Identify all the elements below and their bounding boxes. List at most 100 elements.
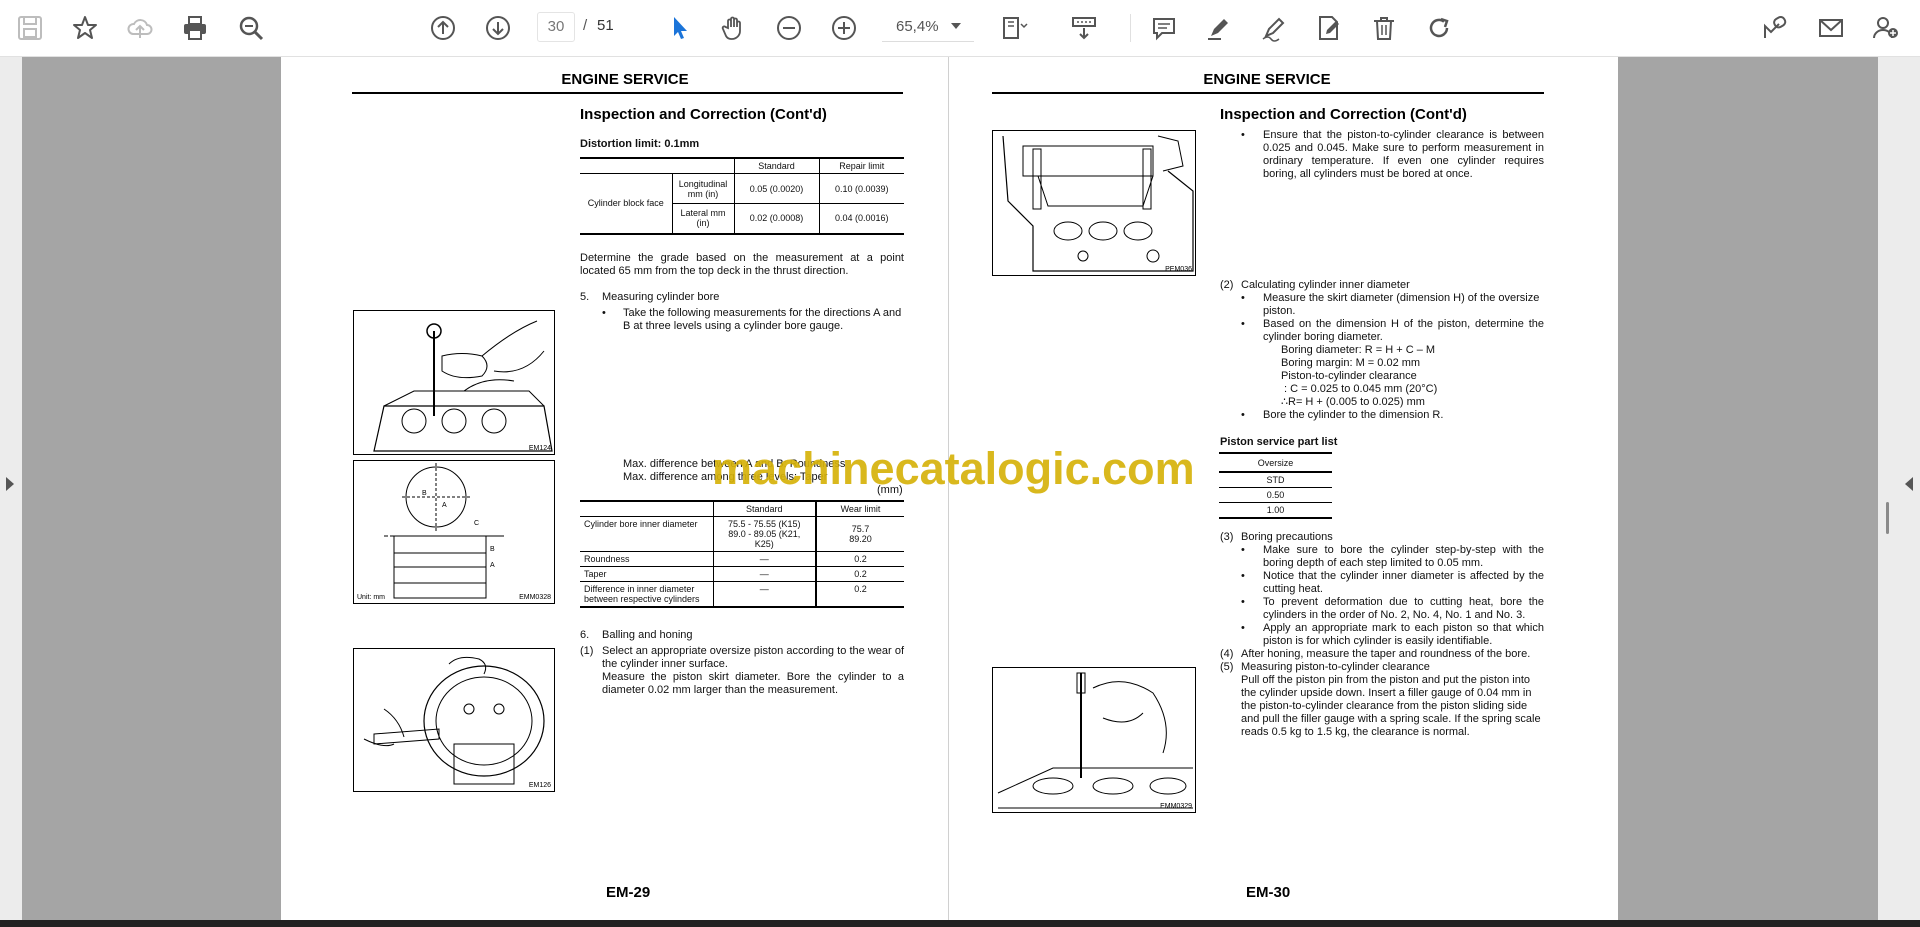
table-cell: 75.5 - 75.55 (K15) 89.0 - 89.05 (K21, K2… bbox=[713, 516, 817, 552]
section-title: Inspection and Correction (Cont'd) bbox=[1220, 106, 1467, 123]
bullet-icon: • bbox=[602, 307, 606, 319]
table-cell: — bbox=[713, 551, 817, 567]
figure-bore-gauge: EM124 bbox=[353, 310, 555, 455]
bullet-icon: • bbox=[1241, 292, 1245, 304]
zoom-out-icon[interactable] bbox=[771, 10, 807, 46]
comment-icon[interactable] bbox=[1146, 10, 1182, 46]
figure-label: EMM0329 bbox=[1160, 803, 1192, 810]
step-title: Measuring cylinder bore bbox=[602, 291, 720, 303]
substep-number: (1) bbox=[580, 645, 594, 657]
bullet-text: Notice that the cylinder inner diameter … bbox=[1263, 570, 1544, 595]
formula-line: Boring margin: M = 0.02 mm bbox=[1281, 357, 1421, 369]
zoom-search-icon[interactable] bbox=[233, 10, 269, 46]
formula-line: ∴R= H + (0.005 to 0.025) mm bbox=[1281, 396, 1425, 408]
table-cell: 0.2 bbox=[854, 569, 867, 579]
bullet-icon: • bbox=[1241, 318, 1245, 330]
table-cell: 0.50 bbox=[1266, 490, 1285, 500]
substep-text: Select an appropriate oversize piston ac… bbox=[602, 645, 904, 670]
rotate-icon[interactable] bbox=[1421, 10, 1457, 46]
svg-text:A: A bbox=[442, 502, 447, 509]
step-number: 5. bbox=[580, 291, 590, 303]
bullet-text: Take the following measurements for the … bbox=[623, 307, 902, 332]
edit-document-icon[interactable] bbox=[1311, 10, 1347, 46]
page-fit-icon[interactable] bbox=[996, 10, 1032, 46]
cylinder-block-illustration bbox=[1002, 135, 1194, 272]
piston-part-table: Oversize STD 0.50 1.00 bbox=[1219, 452, 1332, 519]
bullet-icon: • bbox=[1241, 570, 1245, 582]
figure-label: EM124 bbox=[528, 445, 551, 452]
substep-number: (4) bbox=[1220, 648, 1234, 660]
table-cell: — bbox=[713, 581, 817, 607]
bullet-text: Bore the cylinder to the dimension R. bbox=[1263, 409, 1444, 421]
table-cell: 0.10 (0.0039) bbox=[834, 183, 889, 194]
substep-title: Calculating cylinder inner diameter bbox=[1241, 279, 1410, 291]
watermark-text: machinecatalogic.com bbox=[712, 443, 1195, 494]
substep-text: After honing, measure the taper and roun… bbox=[1241, 648, 1531, 660]
svg-text:B: B bbox=[422, 490, 427, 497]
table-cell: 0.2 bbox=[854, 554, 867, 564]
select-cursor-icon[interactable] bbox=[661, 10, 697, 46]
scroll-mode-icon[interactable] bbox=[1066, 10, 1102, 46]
table-cell: 75.7 89.20 bbox=[849, 524, 872, 544]
distortion-limit: Distortion limit: 0.1mm bbox=[580, 138, 700, 150]
share-link-icon[interactable] bbox=[1757, 10, 1793, 46]
hand-tool-icon[interactable] bbox=[716, 10, 752, 46]
substep-number: (2) bbox=[1220, 279, 1234, 291]
substep-text: Measure the piston skirt diameter. Bore … bbox=[602, 671, 904, 696]
table-cell: Roundness bbox=[580, 551, 714, 567]
window-bottom-edge bbox=[0, 920, 1920, 927]
sign-icon[interactable] bbox=[1256, 10, 1292, 46]
table-header: Wear limit bbox=[840, 504, 881, 514]
toolbar-divider bbox=[1130, 14, 1131, 42]
piston-list-title: Piston service part list bbox=[1220, 436, 1338, 448]
print-icon[interactable] bbox=[177, 10, 213, 46]
upload-cloud-icon[interactable] bbox=[122, 10, 158, 46]
bullet-icon: • bbox=[1241, 622, 1245, 634]
next-page-icon[interactable] bbox=[480, 10, 516, 46]
delete-icon[interactable] bbox=[1366, 10, 1402, 46]
feeler-gauge-illustration bbox=[997, 672, 1193, 809]
figure-piston-measure: EM126 bbox=[353, 648, 555, 792]
svg-text:A: A bbox=[490, 562, 495, 569]
bullet-text: Based on the dimension H of the piston, … bbox=[1263, 318, 1544, 343]
mail-icon[interactable] bbox=[1813, 10, 1849, 46]
substep-title: Boring precautions bbox=[1241, 531, 1333, 543]
formula-line: Piston-to-cylinder clearance bbox=[1281, 370, 1417, 382]
figure-cylinder-block: PEM036 bbox=[992, 130, 1196, 276]
svg-text:B: B bbox=[490, 546, 495, 553]
substep-number: (5) bbox=[1220, 661, 1234, 673]
figure-label: PEM036 bbox=[1165, 266, 1192, 273]
bullet-text: To prevent deformation due to cutting he… bbox=[1263, 596, 1544, 621]
table-cell: Difference in inner diameter between res… bbox=[580, 581, 714, 607]
bullet-icon: • bbox=[1241, 544, 1245, 556]
save-icon[interactable] bbox=[12, 10, 48, 46]
left-panel-toggle-icon[interactable] bbox=[6, 477, 14, 491]
table-cell: 0.05 (0.0020) bbox=[734, 173, 820, 204]
highlight-pen-icon[interactable] bbox=[1201, 10, 1237, 46]
page-number-input[interactable]: 30 bbox=[537, 12, 575, 42]
table-cell: STD bbox=[1266, 475, 1285, 485]
bullet-text: Make sure to bore the cylinder step-by-s… bbox=[1263, 544, 1544, 569]
right-panel-toggle-icon[interactable] bbox=[1905, 477, 1913, 491]
page-number: EM-29 bbox=[606, 884, 651, 901]
formula-line: Boring diameter: R = H + C – M bbox=[1281, 344, 1436, 356]
bullet-icon: • bbox=[1241, 596, 1245, 608]
vertical-scrollbar[interactable] bbox=[1878, 57, 1897, 920]
bullet-icon: • bbox=[1241, 129, 1245, 141]
chevron-down-icon[interactable] bbox=[951, 23, 961, 29]
zoom-in-icon[interactable] bbox=[826, 10, 862, 46]
table-cell: Cylinder bore inner diameter bbox=[580, 516, 714, 552]
figure-label: EMM0328 bbox=[519, 594, 551, 601]
previous-page-icon[interactable] bbox=[425, 10, 461, 46]
table-cell: 1.00 bbox=[1266, 505, 1285, 515]
scrollbar-thumb[interactable] bbox=[1886, 502, 1889, 534]
table-header: Repair limit bbox=[839, 161, 885, 171]
bullet-text: Ensure that the piston-to-cylinder clear… bbox=[1263, 129, 1544, 180]
bookmark-star-icon[interactable] bbox=[67, 10, 103, 46]
table-cell: 0.04 (0.0016) bbox=[834, 213, 889, 224]
figure-label: EM126 bbox=[528, 782, 551, 789]
step-number: 6. bbox=[580, 629, 590, 641]
table-cell: Taper bbox=[580, 566, 714, 582]
add-user-icon[interactable] bbox=[1868, 10, 1904, 46]
page-header: ENGINE SERVICE bbox=[1203, 71, 1331, 88]
